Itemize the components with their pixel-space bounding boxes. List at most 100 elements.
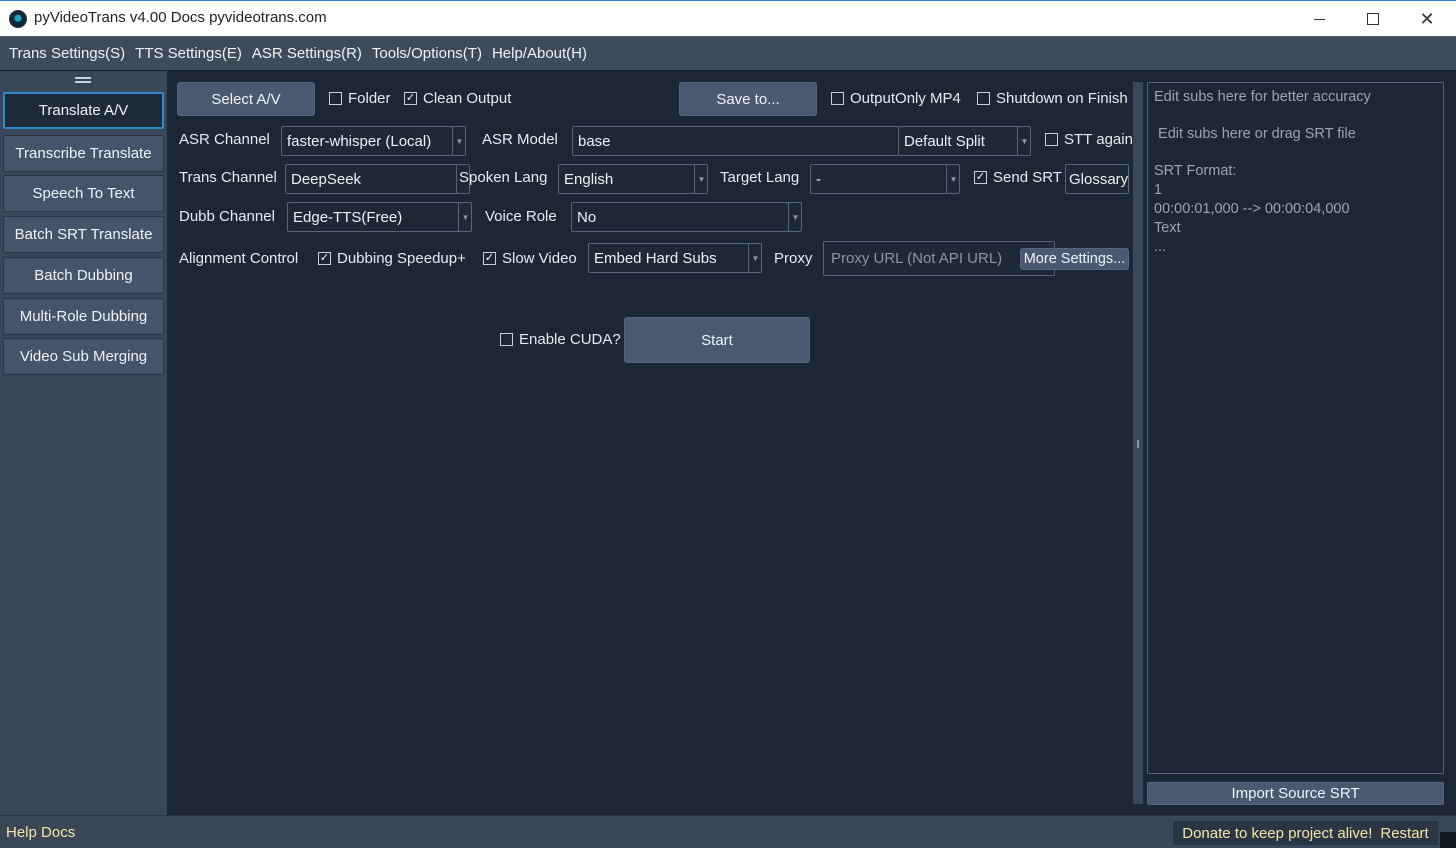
- asr-channel-select[interactable]: faster-whisper (Local) ▼: [281, 126, 466, 156]
- srt-hint-line: Text: [1154, 220, 1181, 236]
- folder-checkbox[interactable]: Folder: [329, 90, 391, 107]
- shutdown-checkbox-box[interactable]: [977, 92, 990, 105]
- shutdown-checkbox[interactable]: Shutdown on Finish: [977, 90, 1128, 107]
- help-docs-link[interactable]: Help Docs: [6, 824, 75, 841]
- dubb-channel-label: Dubb Channel: [179, 208, 275, 225]
- import-source-srt-button[interactable]: Import Source SRT: [1147, 782, 1444, 805]
- dubbing-speedup-checkbox[interactable]: Dubbing Speedup+: [318, 250, 466, 267]
- asr-model-label: ASR Model: [482, 131, 558, 148]
- minimize-button[interactable]: [1292, 1, 1346, 37]
- menu-tools-options[interactable]: Tools/Options(T): [367, 45, 487, 62]
- send-srt-checkbox[interactable]: Send SRT: [974, 169, 1062, 186]
- srt-hint-line: 1: [1154, 182, 1163, 198]
- trans-channel-select[interactable]: DeepSeek: [285, 164, 470, 194]
- chevron-down-icon: ▼: [694, 164, 708, 194]
- menu-trans-settings[interactable]: Trans Settings(S): [4, 45, 130, 62]
- trans-channel-value: DeepSeek: [285, 164, 470, 194]
- clean-output-checkbox-box[interactable]: [404, 92, 417, 105]
- output-only-mp4-checkbox[interactable]: OutputOnly MP4: [831, 90, 961, 107]
- dubb-channel-select[interactable]: Edge-TTS(Free) ▼: [287, 202, 472, 232]
- stt-again-checkbox[interactable]: STT again: [1045, 131, 1133, 148]
- donate-link[interactable]: Donate to keep project alive!: [1182, 825, 1372, 842]
- more-settings-button[interactable]: More Settings...: [1020, 248, 1129, 270]
- slow-video-label: Slow Video: [502, 250, 577, 267]
- donate-area: Donate to keep project alive! Restart: [1173, 821, 1438, 845]
- chevron-down-icon: ▼: [788, 202, 802, 232]
- chevron-down-icon: ▼: [458, 202, 472, 232]
- voice-role-label: Voice Role: [485, 208, 557, 225]
- asr-channel-label: ASR Channel: [179, 131, 270, 148]
- alignment-control-label: Alignment Control: [179, 250, 299, 267]
- sidebar-item-batch-srt-translate[interactable]: Batch SRT Translate: [3, 216, 164, 253]
- output-only-mp4-checkbox-box[interactable]: [831, 92, 844, 105]
- target-lang-value: -: [810, 164, 960, 194]
- dubbing-speedup-checkbox-box[interactable]: [318, 252, 331, 265]
- stt-again-checkbox-box[interactable]: [1045, 133, 1058, 146]
- start-button[interactable]: Start: [624, 317, 810, 363]
- select-av-button[interactable]: Select A/V: [177, 82, 315, 116]
- sidebar-item-transcribe-translate[interactable]: Transcribe Translate: [3, 135, 164, 172]
- enable-cuda-checkbox[interactable]: Enable CUDA?: [500, 331, 621, 348]
- spoken-lang-value: English: [558, 164, 708, 194]
- slow-video-checkbox-box[interactable]: [483, 252, 496, 265]
- menu-bar: Trans Settings(S) TTS Settings(E) ASR Se…: [0, 36, 1456, 71]
- dubbing-speedup-label: Dubbing Speedup+: [337, 250, 466, 267]
- target-lang-label: Target Lang: [720, 169, 800, 186]
- sidebar-item-batch-dubbing[interactable]: Batch Dubbing: [3, 257, 164, 294]
- sidebar-item-video-sub-merging[interactable]: Video Sub Merging: [3, 338, 164, 375]
- slow-video-checkbox[interactable]: Slow Video: [483, 250, 577, 267]
- sidebar: Translate A/V Transcribe Translate Speec…: [0, 71, 167, 815]
- glossary-button[interactable]: Glossary: [1065, 164, 1129, 194]
- srt-hint-line: [1154, 107, 1437, 125]
- sidebar-item-multi-role-dubbing[interactable]: Multi-Role Dubbing: [3, 298, 164, 335]
- spoken-lang-label: Spoken Lang: [459, 169, 548, 186]
- resize-grip-icon[interactable]: [1440, 832, 1456, 848]
- voice-role-select[interactable]: No ▼: [571, 202, 802, 232]
- srt-hint-line: Edit subs here or drag SRT file: [1154, 126, 1356, 142]
- close-button[interactable]: ✕: [1400, 1, 1454, 37]
- sidebar-drag-handle-icon[interactable]: [75, 77, 91, 83]
- enable-cuda-checkbox-box[interactable]: [500, 333, 513, 346]
- srt-hint-line: 00:00:01,000 --> 00:00:04,000: [1154, 201, 1350, 217]
- subtitle-mode-value: Embed Hard Subs: [588, 243, 762, 273]
- asr-channel-value: faster-whisper (Local): [281, 126, 466, 156]
- dubb-channel-value: Edge-TTS(Free): [287, 202, 472, 232]
- clean-output-label: Clean Output: [423, 90, 512, 107]
- status-bar: Help Docs Donate to keep project alive! …: [0, 815, 1456, 848]
- sidebar-item-speech-to-text[interactable]: Speech To Text: [3, 175, 164, 212]
- asr-model-value: base: [572, 126, 899, 156]
- save-to-button[interactable]: Save to...: [679, 82, 817, 116]
- menu-asr-settings[interactable]: ASR Settings(R): [247, 45, 367, 62]
- asr-model-select[interactable]: base Default Split ▼: [572, 126, 1031, 156]
- subtitle-mode-select[interactable]: Embed Hard Subs ▼: [588, 243, 762, 273]
- clean-output-checkbox[interactable]: Clean Output: [404, 90, 511, 107]
- menu-help-about[interactable]: Help/About(H): [487, 45, 592, 62]
- chevron-down-icon: ▼: [946, 164, 960, 194]
- proxy-label: Proxy: [774, 250, 813, 267]
- split-mode-value[interactable]: Default Split: [898, 126, 1031, 156]
- restart-link[interactable]: Restart: [1380, 825, 1428, 842]
- folder-label: Folder: [348, 90, 391, 107]
- srt-editor-textarea[interactable]: Edit subs here for better accuracy Edit …: [1147, 82, 1444, 774]
- sidebar-item-translate-av[interactable]: Translate A/V: [3, 92, 164, 129]
- title-bar: pyVideoTrans v4.00 Docs pyvideotrans.com…: [0, 0, 1456, 36]
- srt-hint-line: SRT Format:: [1154, 163, 1237, 179]
- proxy-placeholder: Proxy URL (Not API URL): [831, 250, 1003, 267]
- voice-role-value: No: [571, 202, 802, 232]
- target-lang-select[interactable]: - ▼: [810, 164, 960, 194]
- maximize-button[interactable]: [1346, 1, 1400, 37]
- spoken-lang-select[interactable]: English ▼: [558, 164, 708, 194]
- chevron-down-icon: ▼: [452, 126, 466, 156]
- chevron-down-icon: ▼: [748, 243, 762, 273]
- splitter-grip-icon[interactable]: [1137, 440, 1139, 448]
- srt-hint-line: Edit subs here for better accuracy: [1154, 89, 1371, 105]
- menu-tts-settings[interactable]: TTS Settings(E): [130, 45, 247, 62]
- send-srt-checkbox-box[interactable]: [974, 171, 987, 184]
- folder-checkbox-box[interactable]: [329, 92, 342, 105]
- srt-hint-line: [1154, 144, 1437, 162]
- enable-cuda-label: Enable CUDA?: [519, 331, 621, 348]
- shutdown-label: Shutdown on Finish: [996, 90, 1128, 107]
- output-only-mp4-label: OutputOnly MP4: [850, 90, 961, 107]
- stt-again-label: STT again: [1064, 131, 1133, 148]
- trans-channel-label: Trans Channel: [179, 169, 277, 186]
